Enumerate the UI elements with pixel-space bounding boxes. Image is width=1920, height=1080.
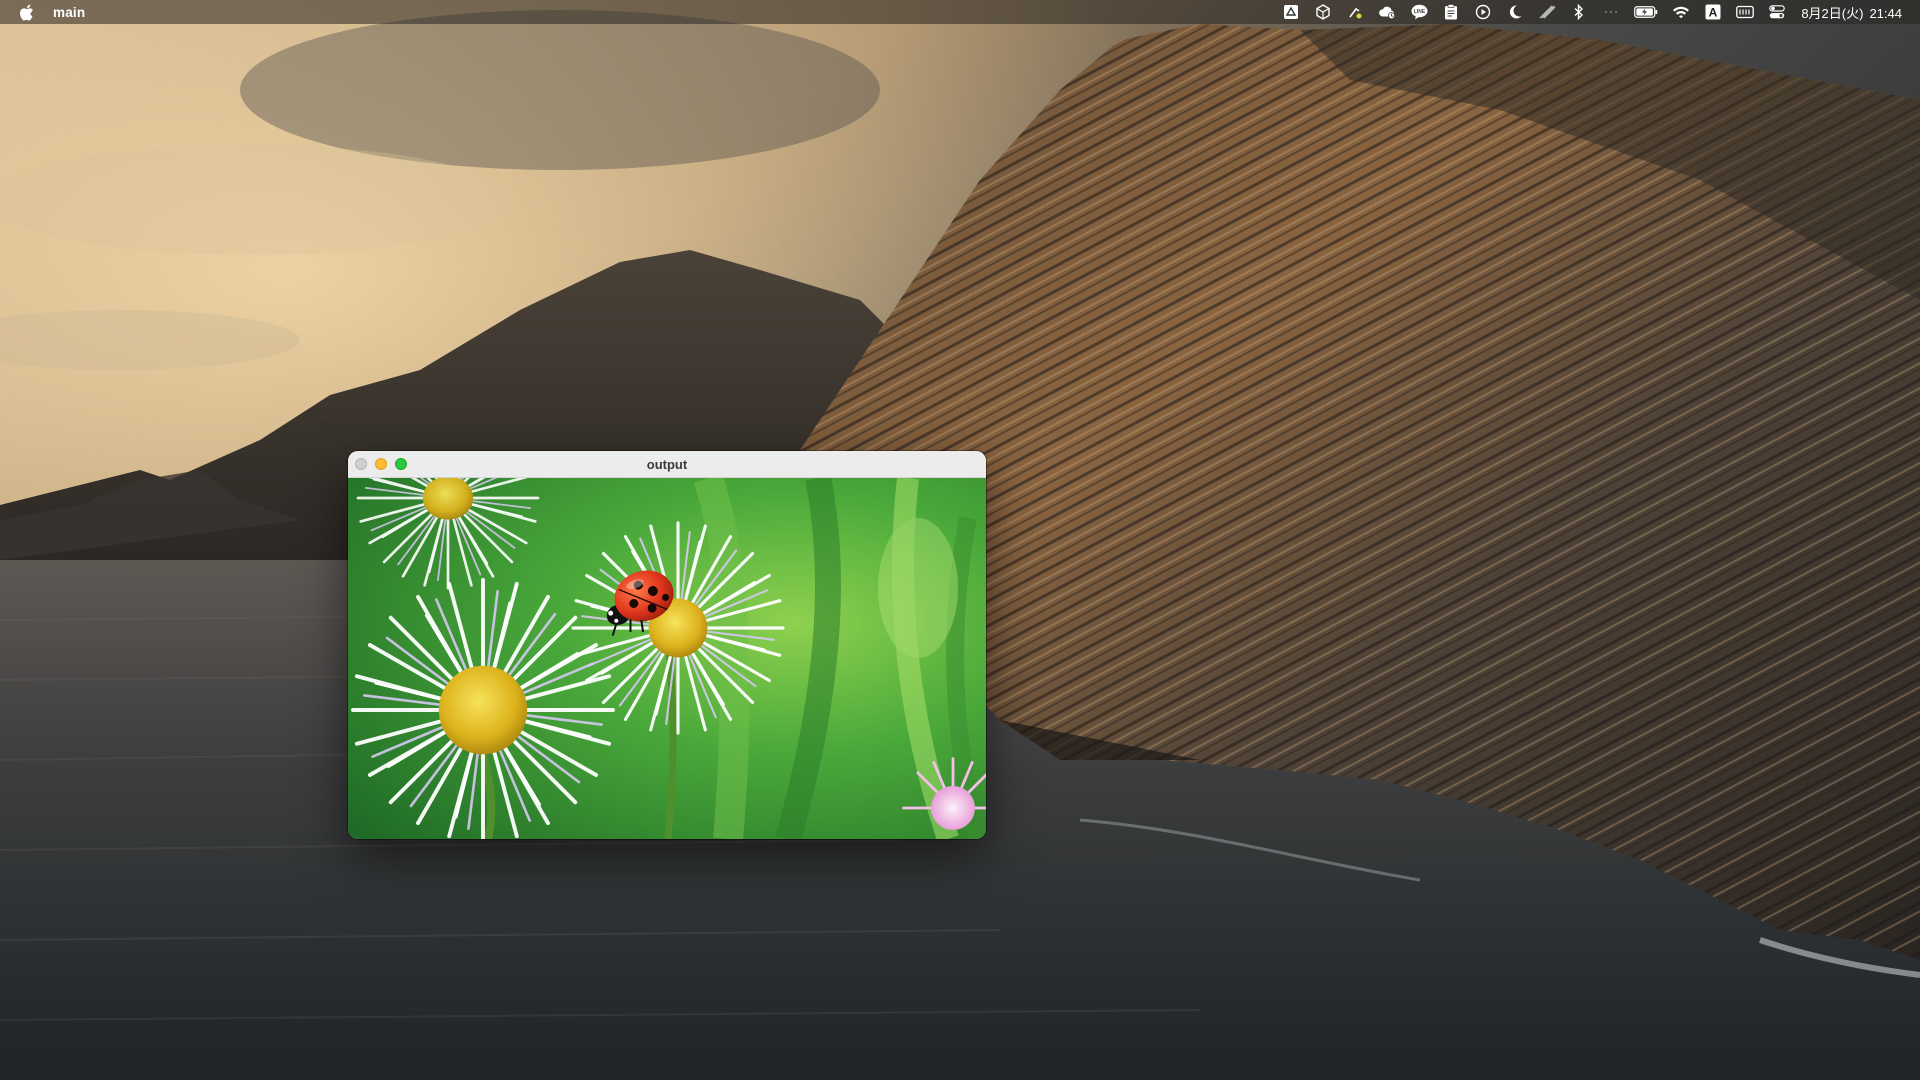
traffic-lights — [355, 458, 415, 470]
clipboard-icon[interactable] — [1442, 3, 1460, 21]
content-image — [348, 478, 986, 839]
window-titlebar[interactable]: output — [348, 451, 986, 478]
close-button[interactable] — [355, 458, 367, 470]
battery-icon[interactable] — [1634, 3, 1658, 21]
input-method-icon[interactable]: A — [1704, 3, 1722, 21]
wifi-icon[interactable] — [1672, 3, 1690, 21]
menubar-date: 8月2日(火) — [1801, 5, 1864, 21]
control-center-icon[interactable] — [1768, 3, 1786, 21]
minimize-button[interactable] — [375, 458, 387, 470]
status-menus: LINE A 8月2日(火) 21:44 — [1275, 0, 1902, 24]
apple-icon[interactable] — [19, 3, 35, 21]
box-icon[interactable] — [1314, 3, 1332, 21]
menu-bar: main LINE A 8月2日(火) 21:44 — [0, 0, 1920, 24]
play-icon[interactable] — [1474, 3, 1492, 21]
pen-icon[interactable] — [1538, 3, 1556, 21]
lamp-icon[interactable] — [1346, 3, 1364, 21]
keyboard-icon[interactable] — [1736, 3, 1755, 21]
drive-icon[interactable] — [1282, 3, 1300, 21]
ladybug-flower-photo — [348, 478, 986, 839]
menubar-time: 21:44 — [1869, 5, 1902, 21]
moon-icon[interactable] — [1506, 3, 1524, 21]
cloud-icon[interactable] — [1378, 3, 1396, 21]
input-method-label: A — [1709, 6, 1718, 20]
bluetooth-icon[interactable] — [1570, 3, 1588, 21]
menubar-clock[interactable]: 8月2日(火) 21:44 — [1801, 3, 1902, 22]
svg-text:LINE: LINE — [1414, 9, 1426, 15]
line-chat-icon[interactable]: LINE — [1410, 3, 1428, 21]
dots-icon[interactable] — [1602, 3, 1620, 21]
window-title: output — [646, 457, 688, 472]
output-window[interactable]: output — [348, 451, 986, 839]
app-menu-name[interactable]: main — [53, 5, 85, 20]
zoom-button[interactable] — [395, 458, 407, 470]
